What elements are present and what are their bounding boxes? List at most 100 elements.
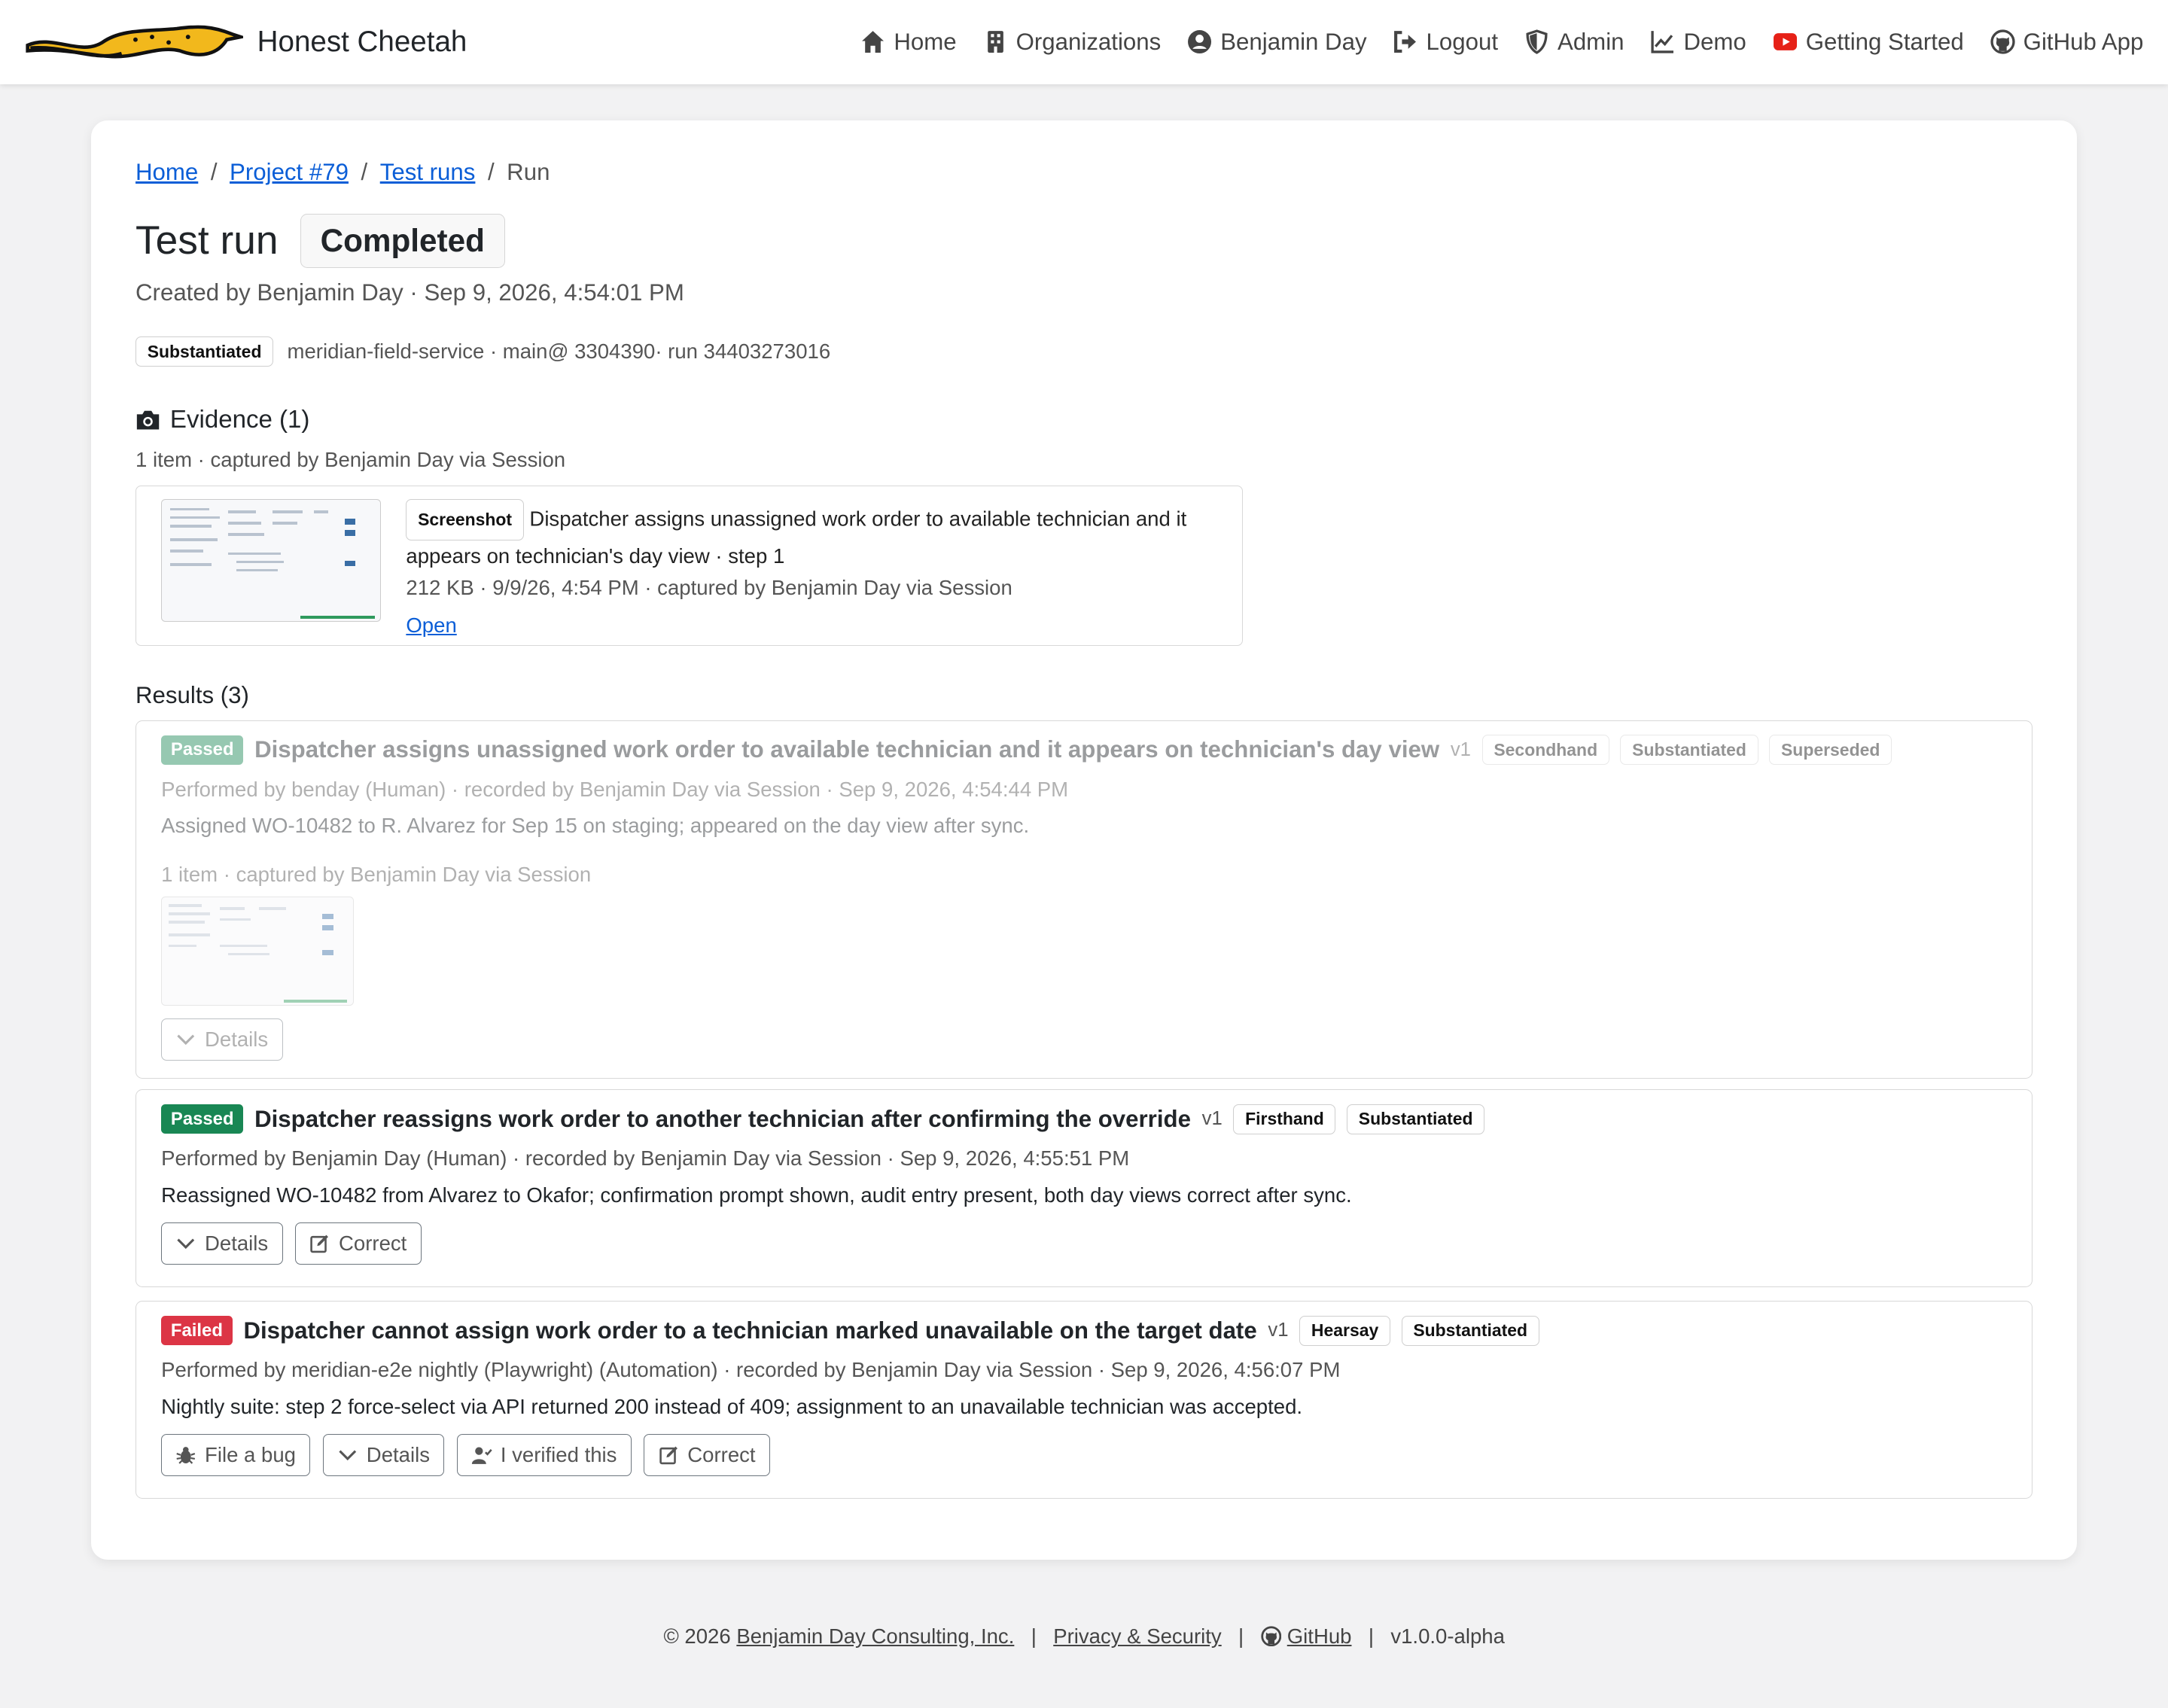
nav-user-label: Benjamin Day [1220,29,1367,56]
camera-icon [136,410,160,430]
status-badge: Failed [161,1316,233,1346]
evidence-item: Screenshot Dispatcher assigns unassigned… [136,486,1244,647]
page-title: Test run [136,218,279,263]
user-check-icon [472,1447,492,1464]
nav-logout-label: Logout [1426,29,1499,56]
correct-button[interactable]: Correct [644,1433,770,1476]
github-icon [1990,29,2015,55]
result-screenshot-thumbnail[interactable] [161,897,354,1006]
building-icon [987,31,1003,53]
result-tag: Substantiated [1401,1315,1539,1346]
footer-separator: | [1031,1624,1037,1649]
nav-admin-label: Admin [1557,29,1624,56]
nav-admin[interactable]: Admin [1524,29,1624,56]
version-label: v1 [1201,1108,1223,1130]
screenshot-tag: Screenshot [406,498,524,541]
footer-company-link[interactable]: Benjamin Day Consulting, Inc. [736,1624,1014,1648]
evidence-heading: Evidence (1) [136,406,2032,434]
logout-icon [1394,31,1417,53]
user-circle-icon [1188,30,1212,54]
result-note: Assigned WO-10482 to R. Alvarez for Sep … [161,814,1030,838]
nav-organizations[interactable]: Organizations [983,29,1162,56]
file-bug-button[interactable]: File a bug [161,1433,311,1476]
result-card: Passed Dispatcher assigns unassigned wor… [136,720,2033,1079]
details-button[interactable]: Details [161,1018,283,1061]
correct-button[interactable]: Correct [295,1222,422,1265]
details-button[interactable]: Details [161,1222,283,1265]
result-card: Passed Dispatcher reassigns work order t… [136,1089,2033,1287]
chevron-down-icon [177,1238,195,1250]
details-button[interactable]: Details [322,1433,445,1476]
results-heading: Results (3) [136,682,249,709]
result-meta: Performed by meridian-e2e nightly (Playw… [161,1358,1341,1382]
screenshot-thumbnail[interactable] [161,498,382,623]
breadcrumb-test-runs[interactable]: Test runs [380,159,476,186]
footer-version: v1.0.0-alpha [1390,1624,1505,1649]
result-tag: Secondhand [1481,735,1609,766]
result-card: Failed Dispatcher cannot assign work ord… [136,1301,2033,1499]
edit-icon [310,1235,329,1253]
nav-demo-label: Demo [1683,29,1746,56]
nav-home-label: Home [894,29,957,56]
nav-getting-started-label: Getting Started [1805,29,1964,56]
nav-logout[interactable]: Logout [1393,29,1498,56]
chart-icon [1651,31,1674,54]
result-note: Reassigned WO-10482 from Alvarez to Okaf… [161,1183,1352,1207]
details-button-label: Details [205,1231,269,1255]
youtube-icon [1773,33,1797,51]
breadcrumb-home[interactable]: Home [136,159,198,186]
run-status-badge: Completed [300,213,505,268]
brand[interactable]: Honest Cheetah [25,20,467,65]
result-tag: Firsthand [1233,1104,1336,1134]
footer-github-link[interactable]: GitHub [1287,1624,1352,1648]
evidence-meta: 212 KB · 9/9/26, 4:54 PM · captured by B… [406,576,1012,600]
result-tag: Substantiated [1347,1104,1485,1134]
footer: © 2026 Benjamin Day Consulting, Inc. | P… [0,1624,2168,1649]
nav-getting-started[interactable]: Getting Started [1773,29,1964,56]
navbar: Honest Cheetah Home Organizations Benjam… [0,0,2168,85]
file-bug-button-label: File a bug [205,1442,296,1466]
result-title: Dispatcher assigns unassigned work order… [254,736,1440,763]
nav-github-app-label: GitHub App [2023,29,2144,56]
result-note: Nightly suite: step 2 force-select via A… [161,1394,1303,1418]
cheetah-logo [26,25,244,59]
nav-user[interactable]: Benjamin Day [1187,29,1367,56]
nav-home[interactable]: Home [860,29,957,56]
result-tag: Substantiated [1620,735,1758,766]
main-nav: Home Organizations Benjamin Day Logout A… [860,29,2143,56]
details-button-label: Details [366,1442,430,1466]
breadcrumb-project[interactable]: Project #79 [230,159,349,186]
nav-organizations-label: Organizations [1015,29,1162,56]
breadcrumb-separator: / [361,159,368,186]
status-badge: Passed [161,735,244,765]
breadcrumb-separator: / [487,159,495,186]
result-evidence-summary: 1 item · captured by Benjamin Day via Se… [161,863,592,887]
footer-separator: | [1238,1624,1244,1649]
correct-button-label: Correct [687,1442,756,1466]
version-label: v1 [1450,738,1471,760]
nav-demo[interactable]: Demo [1650,29,1746,56]
evidence-title: Evidence (1) [169,405,310,434]
nav-github-app[interactable]: GitHub App [1990,29,2144,56]
evidence-summary: 1 item · captured by Benjamin Day via Se… [136,447,566,471]
edit-icon [659,1446,678,1465]
chevron-down-icon [339,1450,357,1461]
footer-copyright: © 2026 [663,1624,731,1649]
footer-privacy-link[interactable]: Privacy & Security [1053,1624,1222,1648]
result-title: Dispatcher reassigns work order to anoth… [254,1105,1191,1132]
shield-icon [1526,29,1548,55]
brand-name: Honest Cheetah [257,26,467,59]
open-link[interactable]: Open [406,613,456,637]
footer-separator: | [1368,1624,1374,1649]
created-info: Created by Benjamin Day · Sep 9, 2026, 4… [136,279,684,306]
bug-icon [176,1447,196,1464]
breadcrumb: Home / Project #79 / Test runs / Run [136,159,2032,186]
main-card: Home / Project #79 / Test runs / Run Tes… [91,120,2078,1560]
result-meta: Performed by Benjamin Day (Human) · reco… [161,1146,1130,1171]
substantiated-tag: Substantiated [136,336,274,367]
verified-button-label: I verified this [500,1442,617,1466]
verified-button[interactable]: I verified this [456,1433,632,1476]
breadcrumb-current: Run [507,159,550,186]
github-icon [1260,1625,1281,1646]
result-tag: Hearsay [1299,1315,1390,1346]
